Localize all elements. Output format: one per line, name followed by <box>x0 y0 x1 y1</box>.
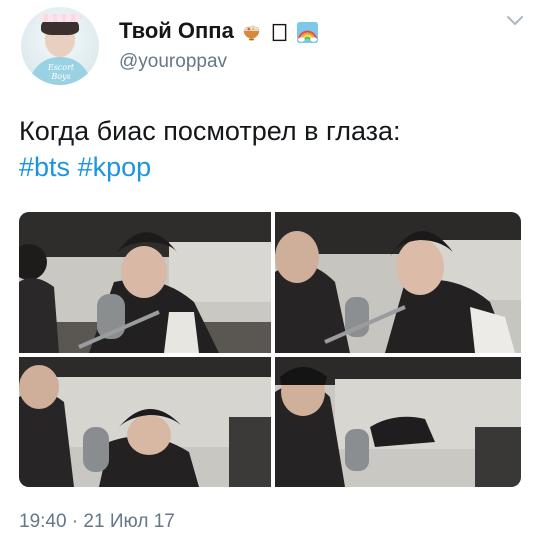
tweet-body: Когда биас посмотрел в глаза: <box>19 116 401 146</box>
display-name-row[interactable]: Твой Оппа <box>119 18 319 44</box>
media-photo-1[interactable] <box>19 212 271 353</box>
unknown-glyph-icon <box>272 23 287 41</box>
hashtag-bts[interactable]: #bts <box>19 152 70 182</box>
media-photo-4[interactable] <box>275 357 521 487</box>
media-grid[interactable] <box>19 212 521 487</box>
avatar[interactable]: Escort Boys <box>21 7 99 85</box>
bowl-icon <box>243 25 260 41</box>
tweet-timestamp[interactable]: 19:40 · 21 Июл 17 <box>19 511 175 533</box>
user-handle[interactable]: @youroppav <box>119 51 227 73</box>
avatar-flower-crown <box>39 14 81 22</box>
hashtag-kpop[interactable]: #kpop <box>78 152 152 182</box>
hashtag-row: #bts #kpop <box>19 149 401 185</box>
tweet-text: Когда биас посмотрел в глаза: #bts #kpop <box>19 113 401 185</box>
photo-image <box>275 357 521 487</box>
avatar-caption: Escort Boys <box>47 63 75 81</box>
photo-image <box>19 212 271 353</box>
rainbow-icon <box>297 21 319 43</box>
media-photo-3[interactable] <box>19 357 271 487</box>
display-name[interactable]: Твой Оппа <box>119 18 234 43</box>
chevron-down-icon[interactable] <box>506 14 524 28</box>
photo-image <box>275 212 521 353</box>
photo-image <box>19 357 271 487</box>
media-photo-2[interactable] <box>275 212 521 353</box>
